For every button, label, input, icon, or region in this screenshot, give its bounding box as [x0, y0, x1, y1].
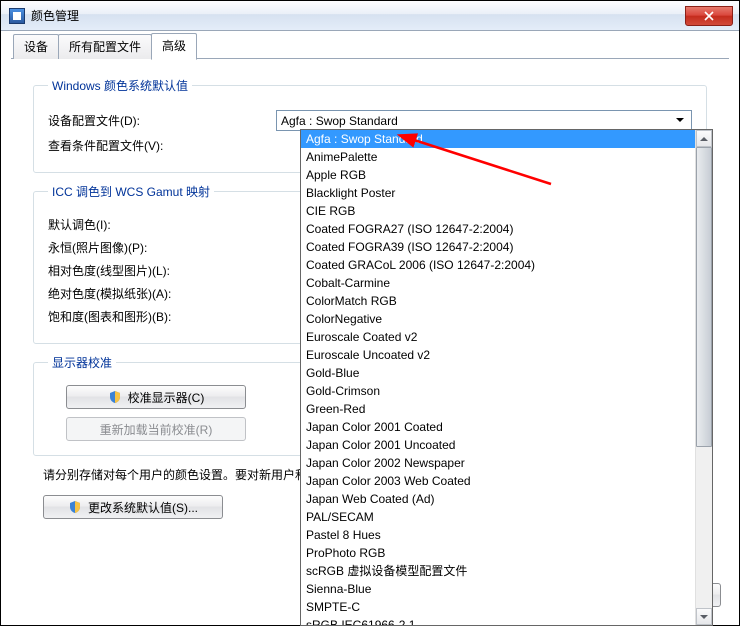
calibrate-display-button[interactable]: 校准显示器(C)	[66, 385, 246, 409]
label-perm-photo: 永恒(照片图像)(P):	[48, 239, 276, 256]
dropdown-item[interactable]: PAL/SECAM	[301, 508, 695, 526]
dropdown-item[interactable]: Gold-Blue	[301, 364, 695, 382]
group-legend-display-calibration: 显示器校准	[48, 354, 116, 371]
dropdown-item[interactable]: Coated GRACoL 2006 (ISO 12647-2:2004)	[301, 256, 695, 274]
reload-calibration-button[interactable]: 重新加载当前校准(R)	[66, 417, 246, 441]
scroll-thumb[interactable]	[696, 147, 712, 447]
dropdown-item[interactable]: Sienna-Blue	[301, 580, 695, 598]
label-abs-paper: 绝对色度(模拟纸张)(A):	[48, 285, 276, 302]
dropdown-item[interactable]: sRGB IEC61966-2.1	[301, 616, 695, 625]
dropdown-item[interactable]: CIE RGB	[301, 202, 695, 220]
dropdown-item[interactable]: ProPhoto RGB	[301, 544, 695, 562]
dropdown-item[interactable]: AnimePalette	[301, 148, 695, 166]
dropdown-item[interactable]: Euroscale Uncoated v2	[301, 346, 695, 364]
tab-advanced[interactable]: 高级	[151, 33, 197, 60]
titlebar: 颜色管理	[1, 1, 739, 31]
reload-calibration-label: 重新加载当前校准(R)	[100, 421, 213, 438]
dropdown-item[interactable]: Japan Color 2003 Web Coated	[301, 472, 695, 490]
dropdown-item[interactable]: Green-Red	[301, 400, 695, 418]
combo-device-profile-value: Agfa : Swop Standard	[281, 114, 398, 128]
label-device-profile: 设备配置文件(D):	[48, 112, 276, 129]
change-system-defaults-button[interactable]: 更改系统默认值(S)...	[43, 495, 223, 519]
dropdown-item[interactable]: Coated FOGRA27 (ISO 12647-2:2004)	[301, 220, 695, 238]
group-legend-windows-defaults: Windows 颜色系统默认值	[48, 77, 192, 94]
group-legend-icc-wcs: ICC 调色到 WCS Gamut 映射	[48, 183, 214, 200]
tab-all-profiles[interactable]: 所有配置文件	[58, 34, 152, 59]
dropdown-item[interactable]: scRGB 虚拟设备模型配置文件	[301, 562, 695, 580]
calibrate-display-label: 校准显示器(C)	[128, 389, 205, 406]
dropdown-item[interactable]: Blacklight Poster	[301, 184, 695, 202]
dropdown-scrollbar[interactable]	[695, 130, 712, 625]
app-icon	[9, 8, 25, 24]
change-system-defaults-label: 更改系统默认值(S)...	[88, 499, 198, 516]
combo-device-profile[interactable]: Agfa : Swop Standard	[276, 110, 692, 131]
dropdown-item[interactable]: Japan Color 2002 Newspaper	[301, 454, 695, 472]
shield-icon	[108, 390, 122, 404]
dropdown-list[interactable]: Agfa : Swop StandardAnimePaletteApple RG…	[300, 129, 713, 626]
dropdown-item[interactable]: Japan Color 2001 Uncoated	[301, 436, 695, 454]
label-sat-chart: 饱和度(图表和图形)(B):	[48, 308, 276, 325]
dropdown-item[interactable]: Apple RGB	[301, 166, 695, 184]
tab-device[interactable]: 设备	[13, 34, 59, 59]
dropdown-item[interactable]: Coated FOGRA39 (ISO 12647-2:2004)	[301, 238, 695, 256]
label-viewing-conditions: 查看条件配置文件(V):	[48, 137, 276, 154]
scroll-track[interactable]	[696, 147, 712, 608]
scroll-down-button[interactable]	[696, 608, 712, 625]
label-default-rendering: 默认调色(I):	[48, 216, 276, 233]
scroll-up-button[interactable]	[696, 130, 712, 147]
dropdown-item[interactable]: ColorMatch RGB	[301, 292, 695, 310]
tab-strip: 设备 所有配置文件 高级	[1, 31, 739, 59]
dropdown-item[interactable]: SMPTE-C	[301, 598, 695, 616]
chevron-down-icon	[672, 115, 687, 126]
dropdown-list-items: Agfa : Swop StandardAnimePaletteApple RG…	[301, 130, 695, 625]
dropdown-item[interactable]: Agfa : Swop Standard	[301, 130, 695, 148]
dropdown-item[interactable]: Cobalt-Carmine	[301, 274, 695, 292]
dropdown-item[interactable]: Pastel 8 Hues	[301, 526, 695, 544]
window-title: 颜色管理	[31, 7, 685, 24]
dropdown-item[interactable]: Gold-Crimson	[301, 382, 695, 400]
label-rel-line: 相对色度(线型图片)(L):	[48, 262, 276, 279]
dropdown-item[interactable]: Japan Web Coated (Ad)	[301, 490, 695, 508]
close-button[interactable]	[685, 6, 733, 26]
shield-icon	[68, 500, 82, 514]
close-icon	[704, 11, 714, 21]
dropdown-item[interactable]: Euroscale Coated v2	[301, 328, 695, 346]
dropdown-item[interactable]: Japan Color 2001 Coated	[301, 418, 695, 436]
dropdown-item[interactable]: ColorNegative	[301, 310, 695, 328]
